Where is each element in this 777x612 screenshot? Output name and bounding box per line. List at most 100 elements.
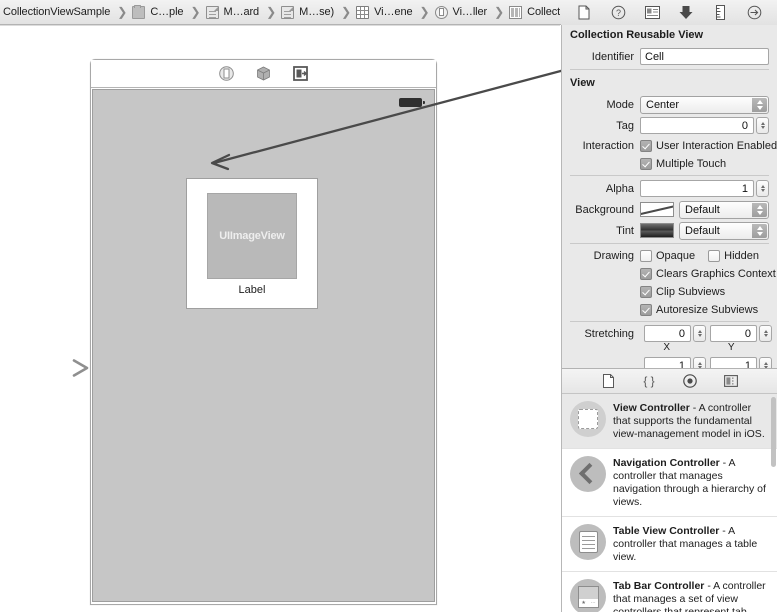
exit-dock-icon[interactable] — [293, 66, 308, 81]
user-interaction-enabled-checkbox[interactable] — [640, 139, 652, 152]
breadcrumb-item-view-controller[interactable]: Vi…ller — [434, 0, 491, 25]
stretch-y-caption: Y — [727, 342, 735, 353]
attributes-inspector-tab[interactable] — [675, 4, 697, 22]
scene-dock[interactable] — [91, 60, 436, 88]
file-template-library-tab[interactable] — [598, 373, 618, 390]
interaction-row: Interaction User Interaction Enabled — [562, 137, 777, 154]
library-object-list[interactable]: View Controller - A controller that supp… — [562, 394, 777, 612]
library-item-view-controller[interactable]: View Controller - A controller that supp… — [562, 394, 777, 449]
stretch-y-input[interactable]: 0 — [710, 325, 757, 342]
multiple-touch-label: Multiple Touch — [656, 157, 727, 170]
stretching-label: Stretching — [584, 327, 634, 340]
file-inspector-tab[interactable] — [573, 4, 595, 22]
hidden-checkbox[interactable] — [708, 249, 721, 262]
divider — [570, 69, 769, 70]
breadcrumb-separator: ❯ — [190, 5, 201, 19]
background-label: Background — [575, 203, 634, 216]
background-value: Default — [685, 203, 720, 216]
table-view-controller-icon — [570, 524, 606, 560]
background-row: Background Default — [562, 200, 769, 219]
tint-value: Default — [685, 224, 720, 237]
breadcrumb-item-base[interactable]: M…se) — [280, 0, 337, 25]
connections-inspector-tab[interactable] — [743, 4, 765, 22]
scene-grid-icon — [356, 5, 370, 19]
library-item-text: Tab Bar Controller - A controller that m… — [613, 579, 769, 612]
inspector-tab-strip[interactable]: ? — [561, 0, 777, 25]
svg-text:?: ? — [615, 8, 620, 18]
view-controller-icon — [570, 401, 606, 437]
editor-canvas[interactable]: UIImageView Label — [0, 25, 560, 612]
breadcrumb-item-folder[interactable]: C…ple — [131, 0, 186, 25]
mode-dropdown[interactable]: Center — [640, 95, 769, 114]
background-color-swatch[interactable] — [640, 202, 674, 217]
tag-stepper[interactable] — [756, 117, 769, 134]
clip-subviews-checkbox[interactable] — [640, 285, 652, 298]
identifier-row: Identifier Cell — [562, 47, 769, 66]
clears-graphics-context-checkbox[interactable] — [640, 267, 652, 280]
breadcrumb-item-project[interactable]: CollectionViewSample — [0, 0, 113, 25]
background-dropdown[interactable]: Default — [679, 200, 769, 219]
library-tab-strip[interactable]: { } — [562, 369, 777, 394]
view-controller-view[interactable]: UIImageView Label — [92, 89, 435, 602]
breadcrumb-item-scene[interactable]: Vi…ene — [355, 0, 415, 25]
top-bar: CollectionViewSample ❯ C…ple ❯ M…ard ❯ M… — [0, 0, 777, 25]
hidden-label: Hidden — [724, 249, 760, 262]
alpha-row: Alpha 1 — [562, 179, 769, 198]
library-item-table-view-controller[interactable]: Table View Controller - A controller tha… — [562, 517, 777, 572]
collection-view-cell[interactable]: UIImageView Label — [186, 178, 318, 309]
breadcrumb-label: Vi…ene — [374, 6, 413, 18]
view-controller-dock-icon[interactable] — [219, 66, 234, 81]
library-item-title: Table View Controller — [613, 525, 720, 537]
stretch-y-stepper[interactable] — [759, 325, 772, 342]
tag-row: Tag 0 — [562, 116, 769, 135]
clip-subviews-row: Clip Subviews — [562, 283, 769, 300]
navigation-controller-icon — [570, 456, 606, 492]
mode-value: Center — [646, 98, 680, 111]
breadcrumb-item-collection-view[interactable]: Collection View — [508, 0, 560, 25]
cell-text-label[interactable]: Label — [187, 284, 317, 296]
library-scrollbar[interactable] — [771, 397, 776, 467]
autoresize-subviews-label: Autoresize Subviews — [656, 303, 759, 316]
breadcrumb-item-storyboard[interactable]: M…ard — [205, 0, 263, 25]
document-icon — [205, 5, 219, 19]
divider — [570, 321, 769, 322]
library-item-text: Table View Controller - A controller tha… — [613, 524, 769, 564]
view-controller-scene[interactable]: UIImageView Label — [90, 59, 437, 605]
code-snippet-library-tab[interactable]: { } — [639, 373, 659, 390]
breadcrumb[interactable]: CollectionViewSample ❯ C…ple ❯ M…ard ❯ M… — [0, 0, 560, 25]
chevron-updown-icon — [752, 202, 767, 217]
object-library-tab[interactable] — [680, 373, 700, 390]
identity-inspector-tab[interactable] — [641, 4, 663, 22]
collection-view-icon — [509, 5, 523, 19]
media-library-tab[interactable] — [721, 373, 741, 390]
breadcrumb-label: CollectionViewSample — [3, 6, 111, 18]
autoresize-subviews-checkbox[interactable] — [640, 303, 652, 316]
size-inspector-tab[interactable] — [709, 4, 731, 22]
alpha-stepper[interactable] — [756, 180, 769, 197]
folder-icon — [132, 4, 146, 19]
opaque-checkbox[interactable] — [640, 249, 652, 262]
cell-image-view[interactable]: UIImageView — [207, 193, 297, 279]
section-title-view: View — [570, 77, 595, 89]
stretch-x-input[interactable]: 0 — [644, 325, 691, 342]
breadcrumb-separator: ❯ — [341, 5, 352, 19]
clip-subviews-label: Clip Subviews — [656, 285, 726, 298]
stretch-y-group: 0 — [710, 325, 772, 342]
tag-input[interactable]: 0 — [640, 117, 754, 134]
alpha-label: Alpha — [605, 182, 634, 195]
clears-graphics-context-row: Clears Graphics Context — [562, 265, 776, 282]
first-responder-dock-icon[interactable] — [256, 66, 271, 81]
mode-label: Mode — [606, 98, 634, 111]
tint-dropdown[interactable]: Default — [679, 221, 769, 240]
identifier-input[interactable]: Cell — [640, 48, 769, 65]
library-item-tab-bar-controller[interactable]: ★ ⋯ Tab Bar Controller - A controller tha… — [562, 572, 777, 612]
library-item-navigation-controller[interactable]: Navigation Controller - A controller tha… — [562, 449, 777, 517]
stretch-x-stepper[interactable] — [693, 325, 706, 342]
breadcrumb-label: Collection View — [527, 6, 560, 18]
stretch-x-group: 0 — [644, 325, 706, 342]
breadcrumb-separator: ❯ — [266, 5, 277, 19]
tint-color-swatch[interactable] — [640, 223, 674, 238]
multiple-touch-checkbox[interactable] — [640, 157, 652, 170]
quick-help-inspector-tab[interactable]: ? — [607, 4, 629, 22]
alpha-input[interactable]: 1 — [640, 180, 754, 197]
